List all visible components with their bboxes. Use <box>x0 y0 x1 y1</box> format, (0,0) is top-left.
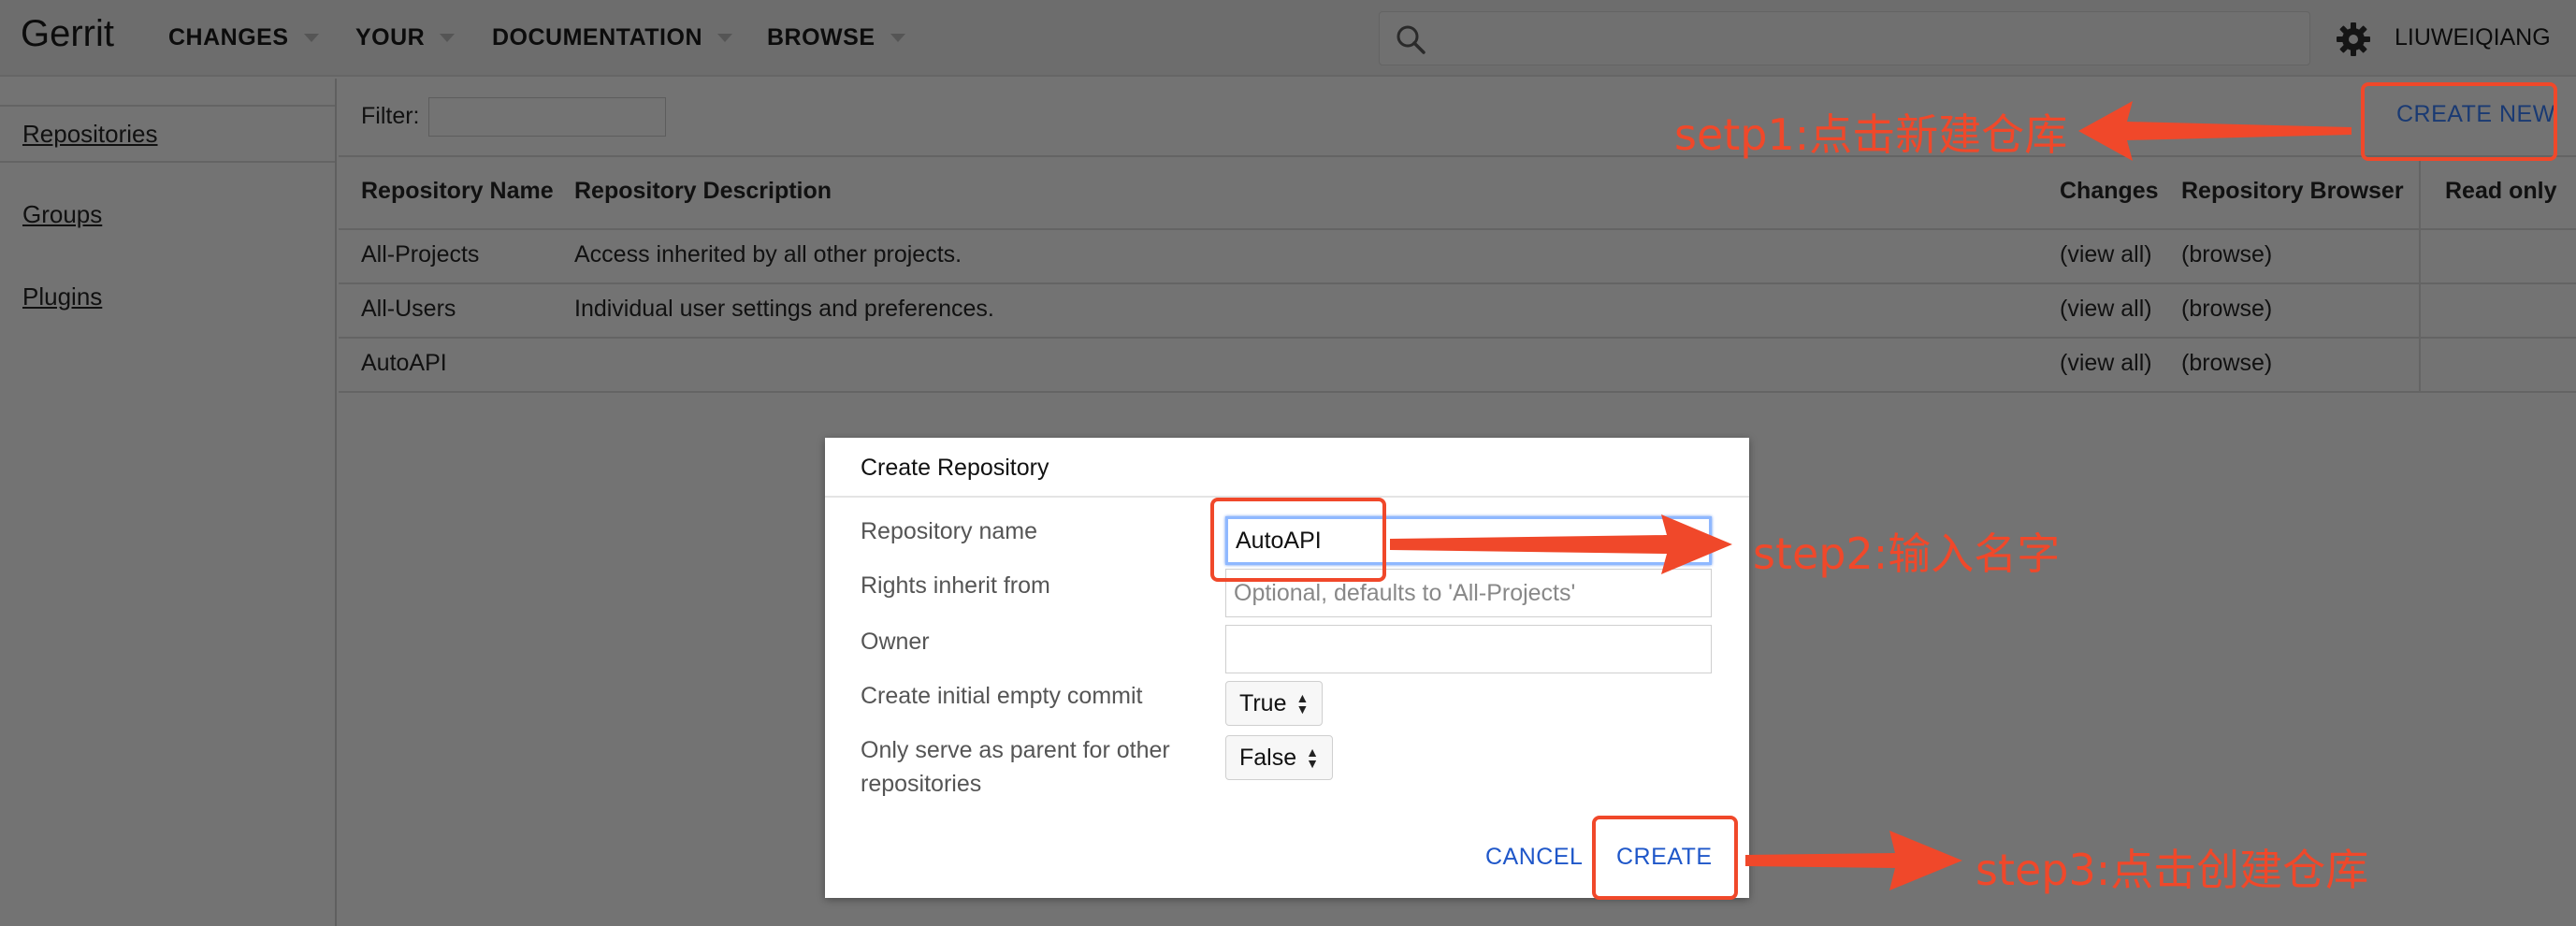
step1-arrow-icon <box>2078 101 2352 161</box>
view-all-link[interactable]: (view all) <box>2060 296 2152 323</box>
search-icon <box>1397 25 1425 54</box>
initial-commit-label: Create initial empty commit <box>861 683 1143 709</box>
user-menu[interactable]: LIUWEIQIANG <box>2395 24 2551 51</box>
menu-changes[interactable]: CHANGES <box>168 24 319 51</box>
filter-input[interactable] <box>428 97 666 137</box>
column-header-description: Repository Description <box>574 178 832 204</box>
repo-description: Individual user settings and preferences… <box>574 296 994 322</box>
cancel-button[interactable]: CANCEL <box>1485 844 1583 871</box>
repo-name-link[interactable]: AutoAPI <box>361 350 447 377</box>
repo-name-link[interactable]: All-Users <box>361 296 456 323</box>
table-row-divider <box>339 337 2576 339</box>
sidebar-item-plugins[interactable]: Plugins <box>22 282 102 311</box>
sidebar-divider <box>0 161 335 163</box>
menu-browse-label: BROWSE <box>767 24 876 51</box>
menu-documentation-label: DOCUMENTATION <box>492 24 702 51</box>
gear-icon[interactable] <box>2335 21 2372 58</box>
menu-your[interactable]: YOUR <box>355 24 456 51</box>
parent-only-label: Only serve as parent for other repositor… <box>861 733 1170 801</box>
view-all-link[interactable]: (view all) <box>2060 241 2152 268</box>
step3-annotation: step3:点击创建仓库 <box>1975 845 2369 895</box>
menu-documentation[interactable]: DOCUMENTATION <box>492 24 732 51</box>
browse-link[interactable]: (browse) <box>2181 241 2272 268</box>
menu-changes-label: CHANGES <box>168 24 289 51</box>
step2-highlight-box <box>1210 498 1386 582</box>
column-header-browser: Repository Browser <box>2181 178 2404 204</box>
parent-only-label-line2: repositories <box>861 771 982 797</box>
table-row-divider <box>339 391 2576 393</box>
owner-input[interactable] <box>1225 625 1712 673</box>
menu-your-label: YOUR <box>355 24 426 51</box>
step1-highlight-box <box>2361 82 2557 161</box>
parent-only-label-line1: Only serve as parent for other <box>861 737 1170 763</box>
select-arrows-icon: ▲ ▼ <box>1306 745 1319 771</box>
sidebar-item-repositories[interactable]: Repositories <box>22 120 158 149</box>
top-header: Gerrit CHANGES YOUR DOCUMENTATION BROWSE <box>0 0 2576 77</box>
owner-label: Owner <box>861 629 930 655</box>
dialog-title: Create Repository <box>861 455 1049 481</box>
select-arrows-icon: ▲ ▼ <box>1295 690 1310 716</box>
chevron-down-icon <box>303 34 319 42</box>
table-row-divider <box>339 282 2576 284</box>
step2-arrow-icon <box>1390 514 1732 574</box>
column-divider <box>2419 157 2421 393</box>
repo-name-link[interactable]: All-Projects <box>361 241 479 268</box>
sidebar-divider <box>0 105 335 107</box>
table-divider <box>339 228 2576 230</box>
sidebar-item-groups[interactable]: Groups <box>22 200 102 229</box>
brand-logo[interactable]: Gerrit <box>21 13 114 55</box>
browse-link[interactable]: (browse) <box>2181 296 2272 323</box>
step1-annotation: setp1:点击新建仓库 <box>1674 109 2068 160</box>
sidebar: Repositories Groups Plugins <box>0 79 337 926</box>
rights-inherit-label: Rights inherit from <box>861 572 1050 599</box>
repository-name-label: Repository name <box>861 518 1037 544</box>
column-header-name: Repository Name <box>361 178 554 204</box>
repo-description: Access inherited by all other projects. <box>574 241 962 268</box>
filter-label: Filter: <box>361 103 420 129</box>
browse-link[interactable]: (browse) <box>2181 350 2272 377</box>
parent-only-value: False <box>1239 744 1297 771</box>
step3-arrow-icon <box>1745 831 1962 890</box>
chevron-down-icon <box>440 34 456 42</box>
search-input[interactable] <box>1379 11 2310 65</box>
column-header-read-only: Read only <box>2445 178 2557 204</box>
chevron-down-icon <box>890 34 905 42</box>
menu-browse[interactable]: BROWSE <box>767 24 905 51</box>
column-header-changes: Changes <box>2060 178 2159 204</box>
initial-commit-select[interactable]: True ▲ ▼ <box>1225 681 1324 726</box>
parent-only-select[interactable]: False ▲ ▼ <box>1225 735 1333 780</box>
step3-highlight-box <box>1592 816 1738 900</box>
step2-annotation: step2:输入名字 <box>1753 528 2061 579</box>
initial-commit-value: True <box>1239 689 1287 716</box>
view-all-link[interactable]: (view all) <box>2060 350 2152 377</box>
chevron-down-icon <box>717 34 732 42</box>
